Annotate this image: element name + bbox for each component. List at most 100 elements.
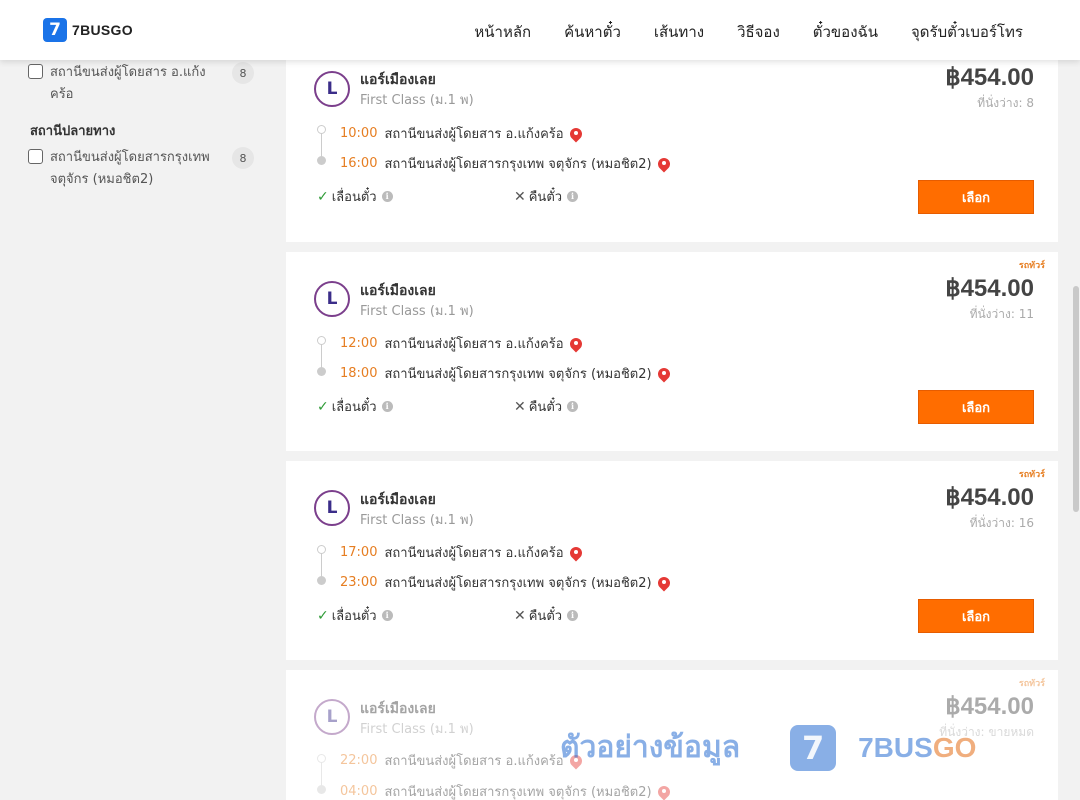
origin-checkbox[interactable] [28,64,43,79]
info-icon[interactable]: i [567,610,579,621]
operator-name: แอร์เมืองเลย [360,283,436,299]
depart-stop: 12:00 สถานีขนส่งผู้โดยสาร อ.แก้งคร้อ [340,333,582,354]
refund-label: คืนตั๋ว [528,400,563,415]
operator-logo-icon: L [314,699,350,735]
map-pin-icon[interactable] [570,547,582,559]
destination-heading: สถานีปลายทาง [30,124,116,139]
watermark-brand-part2: GO [932,731,977,763]
depart-station: สถานีขนส่งผู้โดยสาร อ.แก้งคร้อ [384,546,564,561]
info-icon[interactable]: i [381,401,393,412]
depart-stop: 22:00 สถานีขนส่งผู้โดยสาร อ.แก้งคร้อ [340,750,582,771]
destination-filter-item[interactable]: สถานีขนส่งผู้โดยสารกรุงเทพ จตุจักร (หมอช… [28,147,254,191]
filter-sidebar: สถานีขนส่งผู้โดยสาร อ.แก้งคร้อ 8 สถานีปล… [0,60,270,800]
arrive-station: สถานีขนส่งผู้โดยสารกรุงเทพ จตุจักร (หมอช… [384,367,652,382]
bus-class: First Class (ม.1 พ) [360,513,474,528]
nav-home[interactable]: หน้าหลัก [474,20,531,44]
refund-label: คืนตั๋ว [528,190,563,205]
map-pin-icon[interactable] [658,786,670,798]
depart-time: 12:00 [340,336,378,351]
origin-count-badge: 8 [232,62,254,84]
arrive-station: สถานีขนส่งผู้โดยสารกรุงเทพ จตุจักร (หมอช… [384,576,652,591]
destination-filter-label: สถานีขนส่งผู้โดยสารกรุงเทพ จตุจักร (หมอช… [50,150,210,187]
operator-logo-icon: L [314,281,350,317]
refund-policy: ✕ คืนตั๋ว i [514,605,579,626]
trip-card: L แอร์เมืองเลย First Class (ม.1 พ) ฿454.… [286,50,1058,242]
watermark-text: ตัวอย่างข้อมูล [560,730,741,765]
arrive-dot-icon [317,576,326,585]
arrive-time: 18:00 [340,366,378,381]
trip-card: รถทัวร์ L แอร์เมืองเลย First Class (ม.1 … [286,252,1058,451]
arrive-stop: 23:00 สถานีขนส่งผู้โดยสารกรุงเทพ จตุจักร… [340,572,670,593]
map-pin-icon[interactable] [658,368,670,380]
arrive-station: สถานีขนส่งผู้โดยสารกรุงเทพ จตุจักร (หมอช… [384,785,652,800]
nav-search-tickets[interactable]: ค้นหาตั๋ว [564,20,621,44]
reschedule-label: เลื่อนตั๋ว [331,609,377,624]
logo-mark-icon: 7 [43,18,67,42]
scrollbar-thumb[interactable] [1073,286,1079,512]
depart-station: สถานีขนส่งผู้โดยสาร อ.แก้งคร้อ [384,337,564,352]
arrive-dot-icon [317,156,326,165]
check-icon: ✓ [317,398,329,415]
trip-price: ฿454.00 [945,484,1034,511]
bus-type-badge: รถทัวร์ [1018,470,1045,480]
depart-dot-icon [317,754,326,763]
map-pin-icon[interactable] [570,338,582,350]
reschedule-policy: ✓ เลื่อนตั๋ว i [317,605,393,626]
depart-station: สถานีขนส่งผู้โดยสาร อ.แก้งคร้อ [384,754,564,769]
cross-icon: ✕ [514,398,526,415]
select-button[interactable]: เลือก [918,180,1034,214]
arrive-dot-icon [317,367,326,376]
destination-count-badge: 8 [232,147,254,169]
depart-station: สถานีขนส่งผู้โดยสาร อ.แก้งคร้อ [384,127,564,142]
top-header: 7 7BUSGO หน้าหลัก ค้นหาตั๋ว เส้นทาง วิธี… [0,0,1080,60]
nav-routes[interactable]: เส้นทาง [654,20,704,44]
logo-text: 7BUSGO [72,22,133,38]
trip-price: ฿454.00 [945,693,1034,720]
info-icon[interactable]: i [567,191,579,202]
bus-class: First Class (ม.1 พ) [360,304,474,319]
origin-filter-item[interactable]: สถานีขนส่งผู้โดยสาร อ.แก้งคร้อ 8 [28,62,254,106]
select-button[interactable]: เลือก [918,390,1034,424]
site-logo[interactable]: 7 7BUSGO [43,18,133,42]
map-pin-icon[interactable] [658,577,670,589]
watermark-brand-part1: 7BUS [858,731,933,763]
operator-name: แอร์เมืองเลย [360,72,436,88]
scrollbar-track[interactable] [1072,60,1080,800]
seats-available: ที่นั่งว่าง: 16 [969,516,1034,530]
seats-available: ที่นั่งว่าง: 8 [977,96,1034,110]
bus-type-badge: รถทัวร์ [1018,679,1045,689]
info-icon[interactable]: i [381,191,393,202]
check-icon: ✓ [317,607,329,624]
nav-how-to-book[interactable]: วิธีจอง [737,20,780,44]
watermark-logo-icon: 7 [790,724,837,771]
refund-label: คืนตั๋ว [528,609,563,624]
arrive-stop: 04:00 สถานีขนส่งผู้โดยสารกรุงเทพ จตุจักร… [340,781,670,800]
arrive-time: 23:00 [340,575,378,590]
trip-card: รถทัวร์ L แอร์เมืองเลย First Class (ม.1 … [286,461,1058,660]
bus-class: First Class (ม.1 พ) [360,93,474,108]
reschedule-policy: ✓ เลื่อนตั๋ว i [317,186,393,207]
nav-my-tickets[interactable]: ตั๋วของฉัน [813,20,878,44]
depart-stop: 10:00 สถานีขนส่งผู้โดยสาร อ.แก้งคร้อ [340,123,582,144]
depart-time: 17:00 [340,545,378,560]
map-pin-icon[interactable] [658,158,670,170]
map-pin-icon[interactable] [570,128,582,140]
select-button[interactable]: เลือก [918,599,1034,633]
depart-stop: 17:00 สถานีขนส่งผู้โดยสาร อ.แก้งคร้อ [340,542,582,563]
sample-watermark: ตัวอย่างข้อมูล 7 7BUSGO [560,724,976,771]
reschedule-label: เลื่อนตั๋ว [331,400,377,415]
origin-filter-label: สถานีขนส่งผู้โดยสาร อ.แก้งคร้อ [50,65,206,102]
cross-icon: ✕ [514,188,526,205]
arrive-station: สถานีขนส่งผู้โดยสารกรุงเทพ จตุจักร (หมอช… [384,157,652,172]
info-icon[interactable]: i [381,610,393,621]
refund-policy: ✕ คืนตั๋ว i [514,186,579,207]
nav-ticket-pickup[interactable]: จุดรับตั๋วเบอร์โทร [911,20,1023,44]
watermark-brand: 7BUSGO [858,732,976,764]
operator-logo-icon: L [314,71,350,107]
check-icon: ✓ [317,188,329,205]
destination-checkbox[interactable] [28,149,43,164]
info-icon[interactable]: i [567,401,579,412]
arrive-time: 04:00 [340,784,378,799]
arrive-time: 16:00 [340,156,378,171]
operator-logo-icon: L [314,490,350,526]
